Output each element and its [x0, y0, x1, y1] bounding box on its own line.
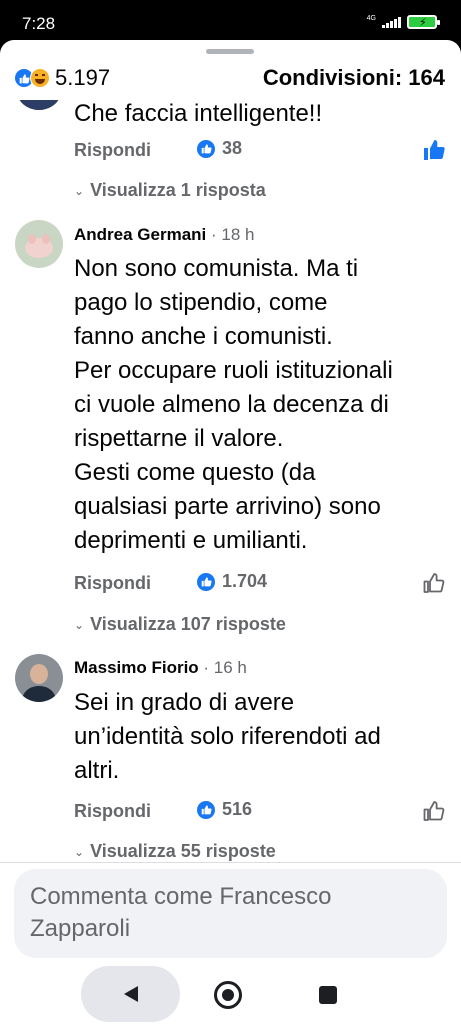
shares-count[interactable]: Condivisioni: 164	[263, 65, 445, 91]
reply-button[interactable]: Rispondi	[74, 801, 151, 822]
comment-time: · 18 h	[206, 225, 255, 244]
status-bar: 7:28 4G ⚡	[0, 0, 461, 44]
author-name: Andrea Germani	[74, 225, 207, 244]
comment-author[interactable]: Andrea Germani · 18 h	[74, 225, 254, 245]
view-replies-label: Visualizza 107 risposte	[90, 614, 286, 634]
like-count-value: 1.704	[222, 571, 268, 591]
comment-author[interactable]: Massimo Fiorio · 16 h	[74, 658, 247, 678]
status-icons: 4G ⚡	[366, 14, 440, 29]
avatar[interactable]	[15, 220, 63, 268]
view-replies-label: Visualizza 55 risposte	[90, 841, 276, 861]
like-reaction-icon	[196, 138, 216, 159]
reply-button[interactable]: Rispondi	[74, 140, 151, 161]
thumbs-up-outline-icon	[423, 801, 445, 821]
comment-text: Sei in grado di avere un’identità solo ri…	[74, 689, 381, 784]
reaction-count: 5.197	[55, 65, 111, 90]
thumbs-up-filled-icon	[424, 140, 445, 160]
chevron-down-icon: ⌄	[74, 617, 85, 632]
home-button[interactable]	[214, 981, 242, 1009]
battery-icon: ⚡	[407, 15, 440, 29]
like-reaction-icon	[196, 571, 216, 592]
like-reaction-icon	[196, 799, 216, 820]
view-replies-link[interactable]: ⌄ Visualizza 107 risposte	[74, 614, 286, 635]
reactions-header: 5.197 Condivisioni: 164	[0, 58, 461, 100]
system-navigation-bar	[0, 964, 461, 1024]
reactions-summary[interactable]: 5.197	[14, 65, 110, 91]
recents-button[interactable]	[319, 986, 337, 1004]
avatar[interactable]	[15, 654, 63, 702]
like-count-value: 38	[222, 138, 243, 158]
author-name: Massimo Fiorio	[74, 658, 199, 677]
chevron-down-icon: ⌄	[74, 844, 85, 859]
comment-time: · 16 h	[198, 658, 247, 677]
haha-reaction-icon	[30, 68, 50, 88]
comment-actions: Rispondi 1.704	[74, 571, 446, 597]
view-replies-label: Visualizza 1 risposta	[90, 180, 266, 200]
comments-sheet: 5.197 Condivisioni: 164 Che faccia intel…	[0, 40, 461, 1024]
status-time: 7:28	[22, 14, 56, 33]
view-replies-link[interactable]: ⌄ Visualizza 55 risposte	[74, 841, 276, 862]
back-button[interactable]	[81, 966, 180, 1022]
like-button[interactable]	[422, 138, 446, 162]
reply-button[interactable]: Rispondi	[74, 573, 151, 594]
comment-text: Che faccia intelligente!!	[74, 100, 323, 127]
signal-icon	[382, 16, 401, 28]
comment-actions: Rispondi 516	[74, 799, 446, 825]
thumbs-up-outline-icon	[423, 573, 445, 593]
like-count[interactable]: 38	[196, 138, 242, 159]
comment-text: Non sono comunista. Ma ti pago lo stipend…	[74, 255, 393, 554]
comment-actions: Rispondi 38	[74, 138, 446, 164]
view-replies-link[interactable]: ⌄ Visualizza 1 risposta	[74, 180, 266, 201]
comment-input[interactable]: Commenta come Francesco Zapparoli	[14, 869, 447, 958]
drag-handle[interactable]	[206, 49, 254, 54]
like-count-value: 516	[222, 799, 253, 819]
network-type-label: 4G	[366, 14, 376, 22]
like-button[interactable]	[422, 571, 446, 595]
chevron-down-icon: ⌄	[74, 183, 85, 198]
back-triangle-icon	[123, 986, 138, 1002]
composer-divider	[0, 862, 461, 863]
like-count[interactable]: 1.704	[196, 571, 267, 592]
like-count[interactable]: 516	[196, 799, 252, 820]
like-button[interactable]	[422, 799, 446, 823]
